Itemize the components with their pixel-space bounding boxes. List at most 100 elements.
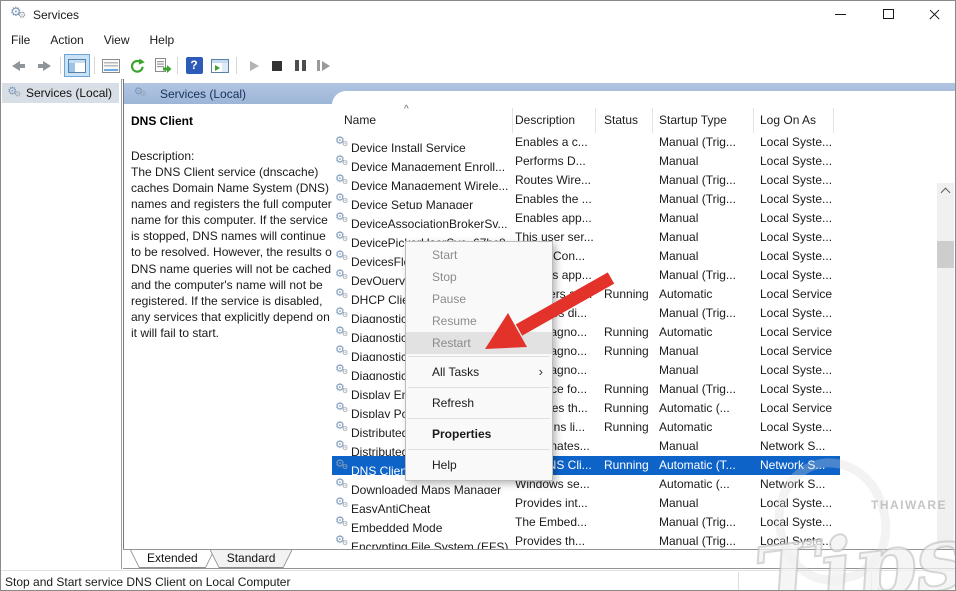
service-gear-icon: ⚙ ⚙ <box>335 400 349 414</box>
description-text: The DNS Client service (dnscache) caches… <box>131 165 336 340</box>
service-gear-icon: ⚙ ⚙ <box>335 419 349 433</box>
service-gear-icon: ⚙ ⚙ <box>335 381 349 395</box>
service-gear-icon: ⚙ ⚙ <box>335 172 349 186</box>
pause-service-button[interactable] <box>288 55 312 76</box>
window-title: Services <box>33 8 80 22</box>
tab-extended[interactable]: Extended <box>130 550 215 568</box>
service-gear-icon: ⚙ ⚙ <box>335 134 349 148</box>
properties-icon <box>102 58 120 73</box>
forward-icon <box>42 60 51 71</box>
title-bar: ⚙ ⚙ Services <box>1 1 955 28</box>
service-gear-icon: ⚙ ⚙ <box>335 343 349 357</box>
toolbar-separator <box>60 57 61 74</box>
services-gear-icon: ⚙ ⚙ <box>7 85 22 99</box>
menu-action[interactable]: Action <box>40 28 93 47</box>
stop-service-icon <box>272 60 282 71</box>
context-menu-item-help[interactable]: Help <box>406 452 552 478</box>
restart-service-button[interactable] <box>311 55 335 76</box>
properties-button[interactable] <box>99 55 123 76</box>
table-row[interactable]: ⚙ ⚙ EasyAntiCheat Provides int... Manual Loca… <box>332 494 840 514</box>
pause-service-icon <box>294 60 306 71</box>
result-header-gear-icon: ⚙ ⚙ <box>133 85 147 99</box>
vertical-scrollbar[interactable] <box>937 183 954 590</box>
toolbar-separator <box>236 57 237 74</box>
table-row[interactable]: ⚙ ⚙ Device Install Service Enables a c... Ma… <box>332 133 840 153</box>
context-menu-item-restart[interactable]: Restart <box>406 332 552 354</box>
table-row[interactable]: ⚙ ⚙ Device Setup Manager Enables the ... Man… <box>332 190 840 210</box>
tree-item-services-local[interactable]: ⚙ ⚙ Services (Local) <box>2 83 119 103</box>
column-header-status[interactable]: Status <box>596 108 653 133</box>
context-menu-item-refresh[interactable]: Refresh <box>406 390 552 416</box>
status-bar-text: Stop and Start service DNS Client on Loc… <box>5 575 291 589</box>
context-menu-item-pause[interactable]: Pause <box>406 288 552 310</box>
help-button[interactable]: ? <box>182 55 206 76</box>
column-header-description[interactable]: Description <box>513 108 596 133</box>
show-hide-action-pane-button[interactable] <box>208 55 232 76</box>
start-service-button[interactable] <box>242 55 266 76</box>
maximize-button[interactable] <box>871 1 905 27</box>
back-button[interactable] <box>6 55 30 76</box>
refresh-button[interactable] <box>125 55 149 76</box>
service-gear-icon: ⚙ ⚙ <box>335 514 349 528</box>
menu-bar: File Action View Help <box>1 28 955 52</box>
context-menu-item-start[interactable]: Start <box>406 244 552 266</box>
status-bar-divider <box>871 572 872 590</box>
status-bar: Stop and Start service DNS Client on Loc… <box>1 570 955 590</box>
menu-separator <box>408 356 550 357</box>
service-gear-icon: ⚙ ⚙ <box>335 210 349 224</box>
selected-service-title: DNS Client <box>131 114 194 128</box>
toolbar-separator <box>177 57 178 74</box>
submenu-arrow-icon: › <box>538 364 543 379</box>
help-icon: ? <box>185 57 203 74</box>
service-gear-icon: ⚙ ⚙ <box>335 438 349 452</box>
table-row[interactable]: ⚙ ⚙ Embedded Mode The Embed... Manual (Trig.… <box>332 513 840 533</box>
service-gear-icon: ⚙ ⚙ <box>335 229 349 243</box>
service-gear-icon: ⚙ ⚙ <box>335 362 349 376</box>
table-row[interactable]: ⚙ ⚙ DeviceAssociationBrokerSv... Enables ap… <box>332 209 840 229</box>
start-service-icon <box>249 60 259 71</box>
context-menu-item-stop[interactable]: Stop <box>406 266 552 288</box>
menu-separator <box>408 418 550 419</box>
menu-separator <box>408 449 550 450</box>
menu-view[interactable]: View <box>94 28 140 47</box>
result-header-title: Services (Local) <box>160 87 247 101</box>
context-menu-item-properties[interactable]: Properties <box>406 421 552 447</box>
services-window: ⚙ ⚙ Services File Action View Help ? ⚙ ⚙… <box>0 0 956 591</box>
service-gear-icon: ⚙ ⚙ <box>335 248 349 262</box>
restart-service-icon <box>316 60 330 71</box>
back-icon <box>11 60 20 71</box>
app-icon: ⚙ ⚙ <box>10 5 27 21</box>
menu-help[interactable]: Help <box>140 28 185 47</box>
action-pane-icon <box>211 58 229 73</box>
context-menu-item-all-tasks[interactable]: All Tasks › <box>406 359 552 385</box>
detail-pane: DNS Client Description: The DNS Client s… <box>131 109 341 341</box>
close-button[interactable] <box>917 1 951 27</box>
minimize-button[interactable] <box>823 1 857 27</box>
column-header-name[interactable]: Name <box>332 108 513 133</box>
column-header-log-on-as[interactable]: Log On As <box>754 108 834 133</box>
service-gear-icon: ⚙ ⚙ <box>335 495 349 509</box>
show-hide-console-tree-button[interactable] <box>64 54 90 77</box>
column-header-startup-type[interactable]: Startup Type <box>653 108 754 133</box>
table-row[interactable]: ⚙ ⚙ Device Management Wirele... Routes Wire… <box>332 171 840 191</box>
scroll-up-button[interactable] <box>937 183 954 200</box>
context-menu-item-resume[interactable]: Resume <box>406 310 552 332</box>
toolbar: ? <box>1 52 955 80</box>
tab-standard[interactable]: Standard <box>210 550 293 568</box>
toolbar-separator <box>94 57 95 74</box>
service-gear-icon: ⚙ ⚙ <box>335 305 349 319</box>
export-list-icon <box>154 58 171 73</box>
forward-button[interactable] <box>32 55 56 76</box>
menu-file[interactable]: File <box>1 28 40 47</box>
list-header: ^ Name Description Status Startup Type Log O… <box>332 104 940 133</box>
scroll-thumb[interactable] <box>937 241 954 268</box>
export-list-button[interactable] <box>151 55 175 76</box>
stop-service-button[interactable] <box>265 55 289 76</box>
chevron-up-icon <box>940 187 951 198</box>
console-tree-pane: ⚙ ⚙ Services (Local) <box>1 79 122 569</box>
table-row[interactable]: ⚙ ⚙ Device Management Enroll... Performs D.… <box>332 152 840 172</box>
refresh-icon <box>130 58 145 73</box>
description-label: Description: <box>131 149 195 163</box>
status-bar-divider <box>738 572 739 590</box>
tab-strip: Extended Standard <box>123 549 955 569</box>
